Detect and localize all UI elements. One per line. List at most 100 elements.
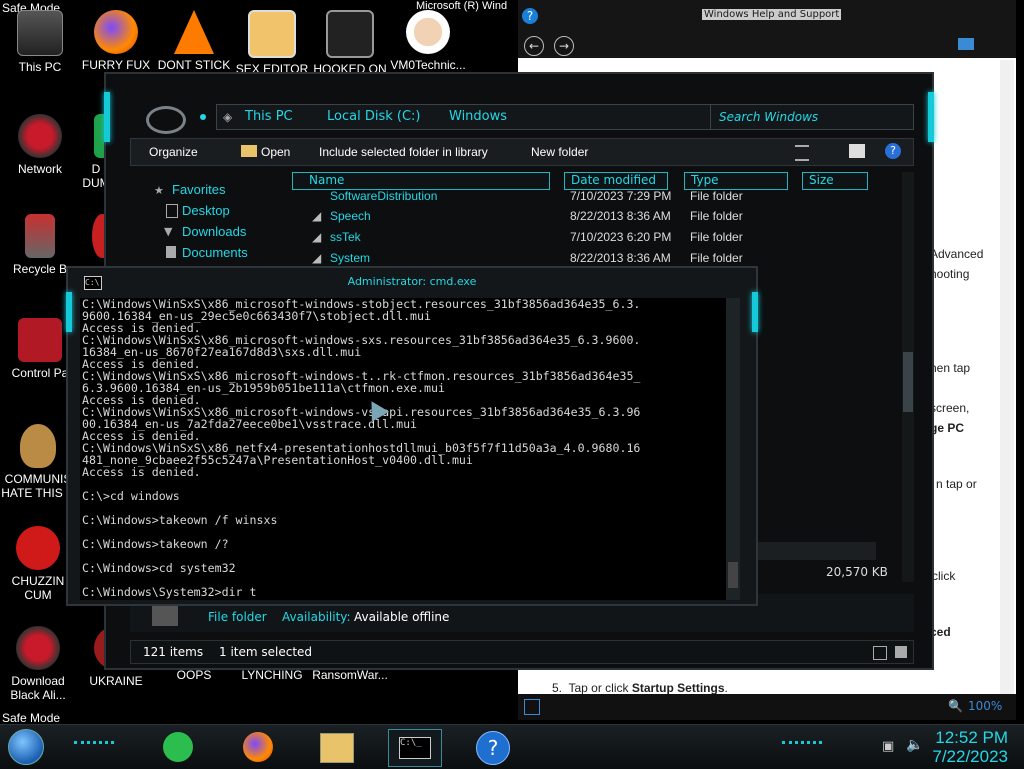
documents-icon — [166, 246, 176, 258]
details-type: File folder — [208, 610, 267, 624]
cmd-title: Administrator: cmd.exe — [347, 275, 477, 288]
safe-mode-label-bottom: Safe Mode — [2, 711, 61, 725]
network-status-icon[interactable]: ▣ — [882, 739, 894, 754]
network-icon — [18, 114, 62, 158]
new-folder-button[interactable]: New folder — [531, 145, 588, 159]
clock-date: 7/22/2023 — [932, 747, 1008, 766]
breadcrumb-windows[interactable]: Windows — [449, 109, 507, 124]
nav-desktop[interactable]: Desktop — [182, 203, 230, 218]
command-bar: Organize Open Include selected folder in… — [130, 138, 914, 166]
taskbar-cmd[interactable]: C:\_ — [388, 729, 442, 767]
cmd-icon: C:\_ — [399, 737, 431, 759]
file-row[interactable]: ◢ System 8/22/2013 8:36 AM File folder — [312, 248, 892, 268]
taskbar-help[interactable]: ? — [470, 729, 514, 765]
item-count: 121 items — [143, 645, 204, 659]
back-arrow-icon[interactable]: ← — [524, 36, 544, 56]
download-icon — [16, 626, 60, 670]
frame-glow — [752, 292, 758, 332]
file-row[interactable]: ◢ ssTek 7/10/2023 6:20 PM File folder — [312, 227, 892, 247]
volume-muted-icon[interactable]: 🔈 — [906, 737, 923, 753]
page-icon[interactable] — [524, 699, 540, 715]
organize-button[interactable]: Organize — [149, 145, 198, 159]
firefox-icon — [94, 10, 138, 54]
preview-pane-icon[interactable] — [849, 144, 865, 158]
scrollbar-thumb[interactable] — [903, 352, 913, 412]
frame-glow — [104, 92, 110, 142]
zoom-icon[interactable]: 🔍 — [948, 699, 963, 713]
desktop-icon-sex-editor[interactable]: SEX EDITOR — [234, 10, 310, 76]
file-row[interactable]: ◢ Speech 8/22/2013 8:36 AM File folder — [312, 206, 892, 226]
help-text-snippet: Advanced — [930, 247, 984, 261]
desktop-icon-chuzzin[interactable]: CHUZZIN CUM — [0, 526, 76, 602]
help-icon[interactable]: ? — [885, 143, 901, 159]
desktop-icon-oops[interactable]: OOPS — [156, 668, 232, 682]
selection-count: 1 item selected — [219, 645, 313, 659]
breadcrumb-local-disk[interactable]: Local Disk (C:) — [327, 109, 420, 124]
forward-arrow-icon[interactable]: → — [554, 36, 574, 56]
desktop-icon-hooked-on[interactable]: HOOKED ON — [312, 10, 388, 76]
taskbar: C:\_ ? ▣ 🔈 12:52 PM 7/22/2023 — [0, 724, 1024, 769]
file-explorer-icon — [320, 733, 354, 763]
desktop-icon-this-pc[interactable]: This PC — [2, 10, 78, 74]
desktop-icon-dont-stick[interactable]: DONT STICK — [156, 10, 232, 72]
print-icon[interactable] — [958, 38, 974, 50]
file-row[interactable]: SoftwareDistribution 7/10/2023 7:29 PM F… — [312, 186, 892, 206]
help-text-snippet: ge PC — [930, 421, 965, 435]
clock-time: 12:52 PM — [935, 728, 1008, 747]
firefox-icon — [243, 732, 273, 762]
system-clock[interactable]: 12:52 PM 7/22/2023 — [932, 728, 1008, 766]
taskbar-decoration — [782, 741, 822, 752]
taskbar-notes-app[interactable] — [156, 729, 200, 765]
computer-icon — [17, 10, 63, 56]
console-text: C:\Windows\WinSxS\x86_microsoft-windows-… — [82, 298, 641, 599]
desktop-icon-communis[interactable]: COMMUNIS HATE THIS C — [0, 424, 76, 500]
desktop-icon-lynching[interactable]: LYNCHING — [234, 668, 310, 682]
taskbar-decoration — [74, 741, 114, 752]
status-bar: 121 items 1 item selected — [130, 640, 914, 664]
open-button[interactable]: Open — [261, 145, 290, 159]
start-button-icon[interactable] — [8, 729, 44, 765]
help-window-title: Windows Help and Support — [702, 9, 842, 20]
star-icon: ★ — [154, 184, 164, 197]
nav-favorites[interactable]: Favorites — [172, 182, 225, 197]
search-input[interactable]: Search Windows — [710, 104, 914, 130]
help-text-snippet: click — [932, 569, 956, 583]
include-in-library-button[interactable]: Include selected folder in library — [319, 145, 488, 159]
downloads-icon: ▼ — [164, 225, 173, 238]
folder-icon: ◢ — [312, 209, 322, 223]
help-text-snippet: n tap or — [936, 477, 977, 491]
desktop-icon-download-black-ali[interactable]: Download Black Ali... — [0, 626, 76, 702]
console-output[interactable]: C:\Windows\WinSxS\x86_microsoft-windows-… — [80, 298, 726, 600]
taskbar-firefox[interactable] — [236, 729, 280, 765]
large-icons-view-icon[interactable] — [895, 646, 907, 658]
desktop-icon-furry-fux[interactable]: FURRY FUX — [78, 10, 154, 72]
nav-documents[interactable]: Documents — [182, 245, 248, 260]
help-question-icon: ? — [476, 731, 510, 765]
desktop-icon — [166, 204, 178, 218]
details-availability-label: Availability: — [282, 610, 351, 624]
desktop-icon-network[interactable]: Network — [2, 114, 78, 176]
back-forward-orb-icon[interactable] — [146, 106, 186, 134]
help-text-snippet: hooting — [930, 267, 970, 281]
frame-glow — [66, 292, 72, 332]
view-options-icon[interactable] — [795, 145, 809, 161]
help-text-snippet: screen, — [930, 401, 970, 415]
desktop-icon-ransomware[interactable]: RansomWar... — [312, 668, 388, 682]
zoom-level[interactable]: 100% — [968, 699, 1002, 713]
help-footer: 🔍 100% — [518, 694, 1016, 720]
vlc-cone-icon — [174, 10, 214, 54]
breadcrumb-this-pc[interactable]: This PC — [245, 109, 293, 124]
console-scrollbar[interactable] — [726, 298, 740, 600]
frame-glow — [928, 92, 934, 142]
command-prompt-window: C:\ Administrator: cmd.exe C:\Windows\Wi… — [66, 266, 758, 606]
help-scrollbar[interactable] — [1000, 60, 1014, 694]
scrollbar-thumb[interactable] — [728, 562, 738, 588]
file-list-scrollbar[interactable] — [902, 172, 914, 582]
app-icon — [326, 10, 374, 58]
desktop-icon-vm0technic[interactable]: VM0Technic... — [390, 10, 466, 72]
nav-downloads[interactable]: Downloads — [182, 224, 246, 239]
history-dropdown-icon[interactable] — [200, 114, 206, 120]
control-panel-icon — [18, 318, 62, 362]
details-view-icon[interactable] — [873, 646, 887, 660]
taskbar-file-explorer[interactable] — [314, 729, 358, 765]
